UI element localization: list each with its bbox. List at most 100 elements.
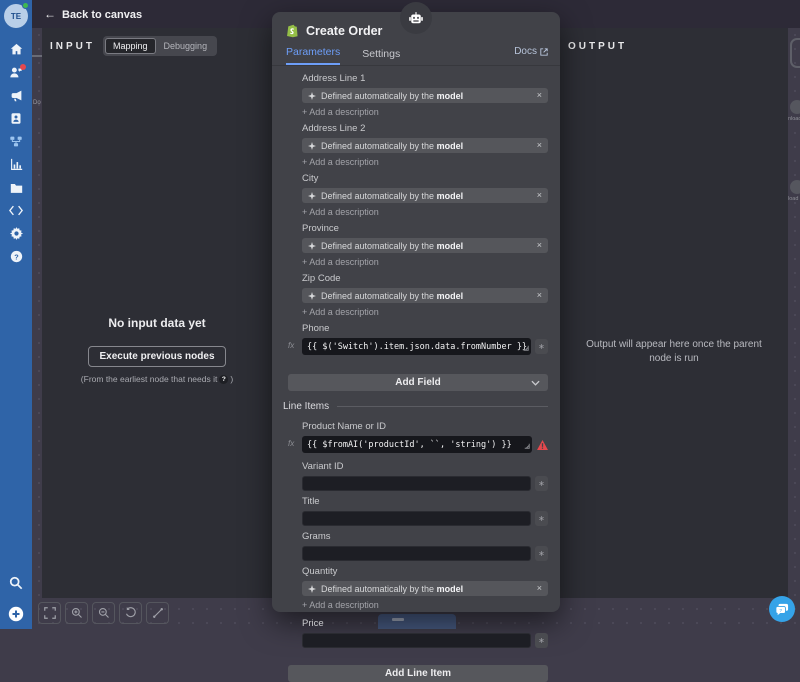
auto-field: Address Line 1 Defined automatically by … [302, 74, 548, 117]
auto-filled-input[interactable]: Defined automatically by the model × [302, 88, 548, 103]
auto-filled-input[interactable]: Defined automatically by the model × [302, 188, 548, 203]
empty-field: Variant ID ∗ [302, 462, 548, 491]
svg-text:?: ? [14, 252, 19, 261]
chevron-down-icon [531, 380, 540, 386]
field-options-button[interactable]: ∗ [535, 633, 548, 648]
field-label: City [302, 174, 548, 184]
add-field-button[interactable]: Add Field [288, 374, 548, 391]
field-options-button[interactable]: ∗ [535, 476, 548, 491]
field-label: Address Line 1 [302, 74, 548, 84]
add-description-link[interactable]: + Add a description [302, 157, 548, 167]
tab-settings[interactable]: Settings [362, 48, 400, 65]
quantity-auto-input[interactable]: Defined automatically by the model × [302, 581, 548, 596]
execute-previous-nodes-button[interactable]: Execute previous nodes [88, 346, 225, 367]
search-icon[interactable] [0, 571, 32, 594]
auto-value-bold: model [437, 241, 464, 251]
sparkle-icon [308, 292, 316, 300]
output-panel: OUTPUT Output will appear here once the … [560, 28, 788, 598]
add-field-label: Add Field [395, 377, 441, 388]
tab-parameters[interactable]: Parameters [286, 46, 340, 65]
field-options-button[interactable]: ∗ [535, 339, 548, 354]
product-expression-input[interactable]: {{ $fromAI('productId', ``, 'string') }} [302, 436, 532, 453]
ai-assistant-robot-icon[interactable] [400, 2, 432, 34]
megaphone-icon[interactable] [0, 84, 32, 107]
section-title: Line Items [283, 401, 329, 412]
clear-icon[interactable]: × [537, 91, 542, 100]
help-icon[interactable]: ? [0, 245, 32, 268]
modal-tabs: Parameters Settings Docs [272, 46, 560, 66]
add-line-item-button[interactable]: Add Line Item [288, 665, 548, 682]
field-label: Price [302, 619, 548, 629]
gear-icon[interactable] [0, 222, 32, 245]
back-to-canvas-link[interactable]: ←Back to canvas [44, 7, 142, 21]
hint-suffix: ) [230, 374, 233, 384]
add-description-link[interactable]: + Add a description [302, 207, 548, 217]
contacts-icon[interactable] [0, 107, 32, 130]
shopify-icon [286, 24, 299, 38]
text-input[interactable] [302, 511, 531, 526]
expand-expression-icon[interactable] [523, 344, 529, 354]
field-options-button[interactable]: ∗ [535, 511, 548, 526]
output-panel-title: OUTPUT [568, 41, 627, 52]
canvas-toolbar [38, 602, 169, 624]
clear-icon[interactable]: × [537, 241, 542, 250]
add-description-link[interactable]: + Add a description [302, 307, 548, 317]
clear-icon[interactable]: × [537, 291, 542, 300]
auto-filled-input[interactable]: Defined automatically by the model × [302, 238, 548, 253]
folder-icon[interactable] [0, 176, 32, 199]
text-input[interactable] [302, 546, 531, 561]
price-input[interactable] [302, 633, 531, 648]
clear-icon[interactable]: × [537, 191, 542, 200]
partial-node-circle[interactable] [790, 180, 800, 194]
auto-filled-input[interactable]: Defined automatically by the model × [302, 288, 548, 303]
sparkle-icon [308, 192, 316, 200]
partial-node-label: nload [788, 116, 800, 122]
partial-node[interactable] [790, 38, 800, 68]
auto-value-bold: model [437, 584, 464, 594]
auto-filled-input[interactable]: Defined automatically by the model × [302, 138, 548, 153]
tab-debugging[interactable]: Debugging [156, 38, 216, 54]
auto-value-bold: model [437, 91, 464, 101]
code-icon[interactable] [0, 199, 32, 222]
chat-icon[interactable] [0, 61, 32, 84]
tidy-up-button[interactable] [146, 602, 169, 624]
add-description-link[interactable]: + Add a description [302, 257, 548, 267]
empty-field: Title ∗ [302, 497, 548, 526]
field-label: Variant ID [302, 462, 548, 472]
clear-icon[interactable]: × [537, 584, 542, 593]
expand-expression-icon[interactable] [524, 442, 530, 452]
node-detail-modal: Create Order Parameters Settings Docs Ad… [272, 12, 560, 612]
add-icon[interactable] [0, 602, 32, 625]
add-description-link[interactable]: + Add a description [302, 600, 548, 610]
zoom-in-button[interactable] [65, 602, 88, 624]
warning-icon[interactable] [537, 440, 548, 450]
partial-node-circle[interactable] [790, 100, 800, 114]
hint-text: (From the earliest node that needs it [81, 374, 218, 384]
sparkle-icon [308, 142, 316, 150]
reset-zoom-button[interactable] [119, 602, 142, 624]
auto-value-text: Defined automatically by the [321, 584, 437, 594]
docs-link[interactable]: Docs [514, 46, 548, 57]
no-input-data-title: No input data yet [42, 316, 272, 330]
clear-icon[interactable]: × [537, 141, 542, 150]
fx-icon: fx [288, 439, 294, 448]
field-options-button[interactable]: ∗ [535, 546, 548, 561]
text-input[interactable] [302, 476, 531, 491]
auto-field: Zip Code Defined automatically by the mo… [302, 274, 548, 317]
tab-mapping[interactable]: Mapping [105, 38, 156, 54]
notification-dot [20, 64, 26, 70]
phone-expression-input[interactable]: {{ $('Switch').item.json.data.fromNumber… [302, 338, 531, 355]
input-tabs: Mapping Debugging [103, 36, 217, 56]
workflow-icon[interactable] [0, 130, 32, 153]
home-icon[interactable] [0, 38, 32, 61]
node-title: Create Order [306, 24, 382, 38]
question-mark-icon[interactable]: ? [219, 375, 228, 384]
chat-support-widget[interactable]: ? [769, 596, 795, 622]
fit-view-button[interactable] [38, 602, 61, 624]
field-label: Phone [302, 324, 548, 334]
add-line-item-label: Add Line Item [385, 668, 451, 679]
chart-icon[interactable] [0, 153, 32, 176]
expression-text: {{ $fromAI('productId', ``, 'string') }} [307, 440, 512, 450]
add-description-link[interactable]: + Add a description [302, 107, 548, 117]
zoom-out-button[interactable] [92, 602, 115, 624]
